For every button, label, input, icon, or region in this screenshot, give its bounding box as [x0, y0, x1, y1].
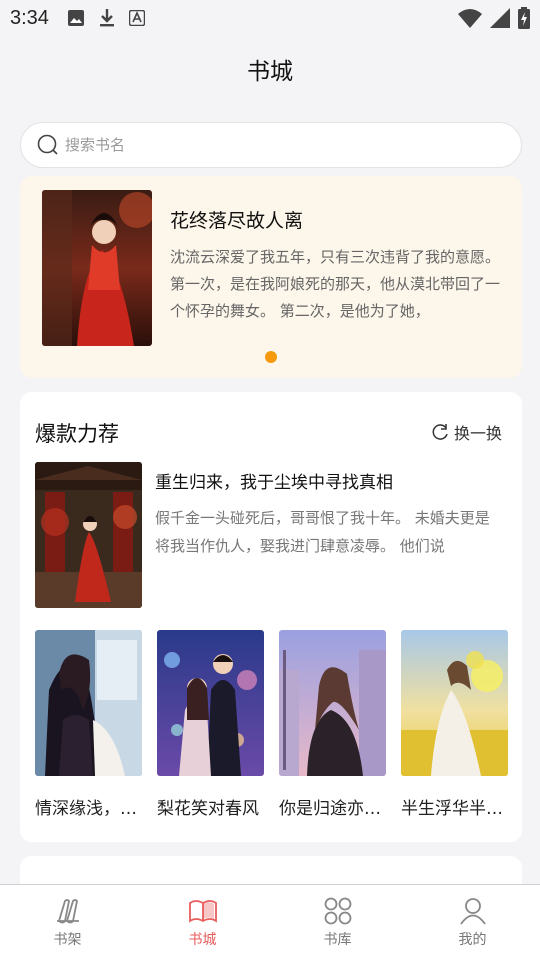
- featured-book-title[interactable]: 重生归来，我于尘埃中寻找真相: [155, 468, 393, 493]
- banner-book-cover[interactable]: [42, 190, 152, 346]
- featured-book-description: 假千金一头碰死后，哥哥恨了我十年。 未婚夫更是将我当作仇人，娶我进门肆意凌辱。 …: [155, 509, 490, 555]
- tab-label: 我的: [458, 932, 487, 948]
- book-item[interactable]: 情深缘浅，故人难留: [35, 630, 142, 819]
- status-bar: 3:34: [0, 0, 540, 36]
- page-title: 书城: [247, 59, 293, 85]
- featured-book-cover[interactable]: [35, 462, 142, 608]
- search-bar[interactable]: [20, 122, 522, 168]
- search-icon: [37, 134, 59, 156]
- carousel-indicator-dot[interactable]: [265, 351, 277, 363]
- banner-carousel[interactable]: 花终落尽故人离 沈流云深爱了我五年，只有三次违背了我的意愿。 第一次，是在我阿娘…: [20, 176, 522, 378]
- book-grid: 情深缘浅，故人难留: [35, 630, 508, 819]
- tab-bookstore[interactable]: 书城: [135, 885, 270, 960]
- book-title[interactable]: 梨花笑对春风: [157, 794, 264, 819]
- book-title[interactable]: 情深缘浅，故人难留: [35, 794, 142, 819]
- bookshelf-icon: [53, 897, 83, 925]
- signal-icon: [490, 8, 510, 28]
- battery-charging-icon: [518, 7, 530, 29]
- book-title[interactable]: 你是归途亦是远方: [279, 794, 386, 819]
- book-item[interactable]: 你是归途亦是远方: [279, 630, 386, 819]
- book-item[interactable]: 半生浮华半生缘: [401, 630, 508, 819]
- tab-library[interactable]: 书库: [270, 885, 405, 960]
- refresh-button[interactable]: 换一换: [430, 420, 502, 444]
- refresh-icon: [430, 422, 450, 442]
- section-title: 爆款力荐: [35, 422, 119, 446]
- refresh-label: 换一换: [453, 424, 502, 443]
- search-input[interactable]: [65, 136, 465, 154]
- book-title[interactable]: 半生浮华半生缘: [401, 794, 508, 819]
- tab-label: 书库: [323, 932, 352, 948]
- tab-label: 书架: [53, 932, 82, 948]
- profile-icon: [458, 897, 488, 925]
- banner-book-title[interactable]: 花终落尽故人离: [170, 206, 303, 233]
- wifi-icon: [458, 8, 482, 28]
- book-cover[interactable]: [157, 630, 264, 776]
- banner-book-description: 沈流云深爱了我五年，只有三次违背了我的意愿。 第一次，是在我阿娘死的那天，他从漠…: [170, 248, 500, 320]
- book-cover[interactable]: [35, 630, 142, 776]
- tab-profile[interactable]: 我的: [405, 885, 540, 960]
- library-grid-icon: [323, 897, 353, 925]
- font-icon: [128, 10, 145, 26]
- bottom-tab-bar: 书架 书城 书库 我的: [0, 884, 540, 960]
- status-time: 3:34: [10, 6, 49, 29]
- header: 书城: [0, 36, 540, 102]
- tab-label: 书城: [188, 932, 217, 948]
- book-item[interactable]: 梨花笑对春风: [157, 630, 264, 819]
- image-icon: [67, 9, 85, 27]
- book-cover[interactable]: [401, 630, 508, 776]
- download-icon: [99, 8, 115, 28]
- tab-bookshelf[interactable]: 书架: [0, 885, 135, 960]
- bookstore-icon: [188, 897, 218, 925]
- book-cover[interactable]: [279, 630, 386, 776]
- recommend-section: 爆款力荐 换一换 重生归来，我于尘埃中寻找真相 假千金一头碰死后，哥哥恨了我十年…: [20, 392, 522, 842]
